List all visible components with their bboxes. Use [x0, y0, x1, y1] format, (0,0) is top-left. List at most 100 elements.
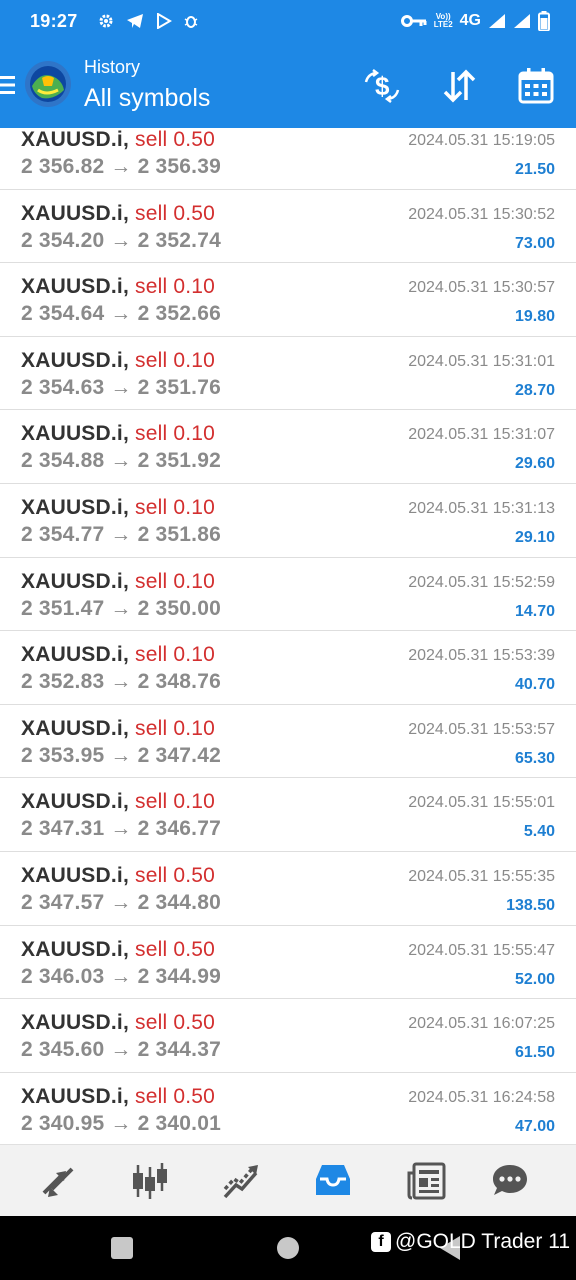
network-type: 4G	[459, 12, 481, 29]
trade-row[interactable]: XAUUSD.i, sell 0.50 2 347.57 → 2 344.80 20…	[0, 852, 576, 926]
trade-row[interactable]: XAUUSD.i, sell 0.10 2 354.63 → 2 351.76 20…	[0, 337, 576, 411]
status-time: 19:27	[30, 10, 78, 31]
trade-side-volume: sell 0.10	[135, 569, 216, 593]
bug-icon	[184, 16, 197, 28]
trade-row[interactable]: XAUUSD.i, sell 0.10 2 352.83 → 2 348.76 20…	[0, 631, 576, 705]
nav-history[interactable]	[311, 1159, 355, 1203]
trade-prices: 2 345.60 → 2 344.37	[21, 1038, 221, 1062]
sort-icon	[443, 69, 476, 103]
status-system-icons: Vo)) LTE2 4G	[400, 11, 550, 31]
trade-symbol: XAUUSD.i, sell 0.10	[21, 496, 215, 520]
trade-row[interactable]: XAUUSD.i, sell 0.50 2 346.03 → 2 344.99 20…	[0, 926, 576, 1000]
recent-apps-button[interactable]	[111, 1237, 133, 1259]
app-bar: History All symbols $	[0, 42, 576, 128]
trade-time: 2024.05.31 15:19:05	[408, 132, 555, 149]
symbol-name: XAUUSD.i,	[21, 275, 129, 299]
trade-time: 2024.05.31 15:55:01	[408, 794, 555, 812]
trade-symbol: XAUUSD.i, sell 0.50	[21, 938, 215, 962]
trade-prices: 2 347.31 → 2 346.77	[21, 817, 221, 841]
trade-time: 2024.05.31 15:53:57	[408, 720, 555, 738]
trade-side-volume: sell 0.10	[135, 643, 216, 667]
trade-time: 2024.05.31 15:30:57	[408, 279, 555, 297]
trade-prices: 2 340.95 → 2 340.01	[21, 1111, 221, 1135]
battery-icon	[538, 11, 550, 31]
trade-time: 2024.05.31 15:30:52	[408, 205, 555, 223]
symbol-name: XAUUSD.i,	[21, 348, 129, 372]
symbol-name: XAUUSD.i,	[21, 716, 129, 740]
symbol-name: XAUUSD.i,	[21, 790, 129, 814]
trade-prices: 2 354.88 → 2 351.92	[21, 449, 221, 473]
trade-symbol: XAUUSD.i, sell 0.50	[21, 202, 215, 226]
trade-symbol: XAUUSD.i, sell 0.10	[21, 643, 215, 667]
news-icon	[407, 1162, 446, 1200]
calendar-icon	[518, 68, 554, 104]
symbol-name: XAUUSD.i,	[21, 937, 129, 961]
nav-trade[interactable]	[220, 1159, 264, 1203]
trade-prices: 2 351.47 → 2 350.00	[21, 596, 221, 620]
trade-profit: 47.00	[514, 1117, 555, 1135]
trade-prices: 2 354.77 → 2 351.86	[21, 523, 221, 546]
facebook-icon: f	[371, 1232, 391, 1252]
trade-profit: 52.00	[514, 970, 555, 988]
signal-strength-2-icon	[514, 14, 530, 28]
trade-side-volume: sell 0.50	[135, 864, 216, 887]
nav-chart[interactable]	[128, 1159, 172, 1203]
trade-row[interactable]: XAUUSD.i, sell 0.50 2 354.20 → 2 352.74 20…	[0, 190, 576, 264]
deposit-withdraw-button[interactable]: $	[358, 62, 406, 110]
home-button[interactable]	[277, 1237, 299, 1259]
trade-row[interactable]: XAUUSD.i, sell 0.10 2 353.95 → 2 347.42 20…	[0, 705, 576, 779]
trade-row[interactable]: XAUUSD.i, sell 0.10 2 347.31 → 2 346.77 20…	[0, 778, 576, 852]
menu-icon[interactable]	[0, 74, 16, 96]
trade-row[interactable]: XAUUSD.i, sell 0.10 2 354.64 → 2 352.66 20…	[0, 263, 576, 337]
nav-news[interactable]	[404, 1159, 448, 1203]
symbol-name: XAUUSD.i,	[21, 1011, 129, 1035]
trade-profit: 5.40	[523, 823, 555, 841]
trade-symbol: XAUUSD.i, sell 0.10	[21, 422, 215, 446]
trade-side-volume: sell 0.50	[135, 1011, 216, 1035]
trade-prices: 2 354.20 → 2 352.74	[21, 228, 221, 252]
watermark: f @GOLD Trader 11	[371, 1230, 570, 1254]
trade-row[interactable]: XAUUSD.i, sell 0.10 2 351.47 → 2 350.00 20…	[0, 558, 576, 632]
trade-row[interactable]: XAUUSD.i, sell 0.10 2 354.88 → 2 351.92 20…	[0, 410, 576, 484]
trade-symbol: XAUUSD.i, sell 0.10	[21, 570, 215, 594]
volte-line-2: LTE2	[433, 20, 453, 29]
calendar-button[interactable]	[512, 62, 560, 110]
trade-row[interactable]: XAUUSD.i, sell 0.50 2 356.82 → 2 356.39 20…	[0, 128, 576, 190]
nav-quotes[interactable]	[36, 1159, 80, 1203]
trade-profit: 29.60	[514, 455, 555, 473]
trade-prices: 2 356.82 → 2 356.39	[21, 155, 221, 178]
nav-chat[interactable]	[488, 1159, 532, 1203]
trade-side-volume: sell 0.10	[135, 716, 216, 740]
history-icon	[316, 1165, 350, 1195]
trade-time: 2024.05.31 15:31:01	[408, 352, 555, 370]
trade-prices: 2 346.03 → 2 344.99	[21, 964, 221, 988]
symbol-filter-title[interactable]: All symbols	[84, 84, 210, 113]
settings-gear-icon	[99, 14, 113, 28]
trade-prices: 2 353.95 → 2 347.42	[21, 743, 221, 767]
screen-subtitle: History	[84, 57, 141, 77]
trade-profit: 28.70	[514, 381, 555, 399]
trade-prices: 2 347.57 → 2 344.80	[21, 891, 221, 914]
trade-symbol: XAUUSD.i, sell 0.50	[21, 1085, 215, 1109]
volte-indicator: Vo)) LTE2	[434, 13, 453, 29]
status-notification-icons	[98, 13, 198, 29]
sort-button[interactable]	[435, 62, 483, 110]
trade-row[interactable]: XAUUSD.i, sell 0.50 2 345.60 → 2 344.37 20…	[0, 999, 576, 1073]
play-store-icon	[156, 13, 172, 29]
symbol-name: XAUUSD.i,	[21, 496, 129, 519]
trade-row[interactable]: XAUUSD.i, sell 0.10 2 354.77 → 2 351.86 20…	[0, 484, 576, 558]
trade-time: 2024.05.31 15:55:47	[408, 941, 555, 959]
trade-row[interactable]: XAUUSD.i, sell 0.50 2 340.95 → 2 340.01 20…	[0, 1073, 576, 1144]
symbol-name: XAUUSD.i,	[21, 128, 129, 151]
quotes-icon	[42, 1167, 74, 1197]
vpn-key-icon	[400, 15, 427, 27]
trade-side-volume: sell 0.50	[135, 128, 216, 151]
trade-prices: 2 354.63 → 2 351.76	[21, 375, 221, 399]
trade-history-list: XAUUSD.i, sell 0.50 2 356.82 → 2 356.39 20…	[0, 128, 576, 1144]
trade-profit: 73.00	[514, 234, 555, 252]
app-logo	[25, 61, 71, 107]
trade-symbol: XAUUSD.i, sell 0.10	[21, 349, 215, 373]
trade-side-volume: sell 0.10	[135, 422, 216, 446]
trade-time: 2024.05.31 15:52:59	[408, 573, 555, 591]
trade-side-volume: sell 0.50	[135, 937, 216, 961]
